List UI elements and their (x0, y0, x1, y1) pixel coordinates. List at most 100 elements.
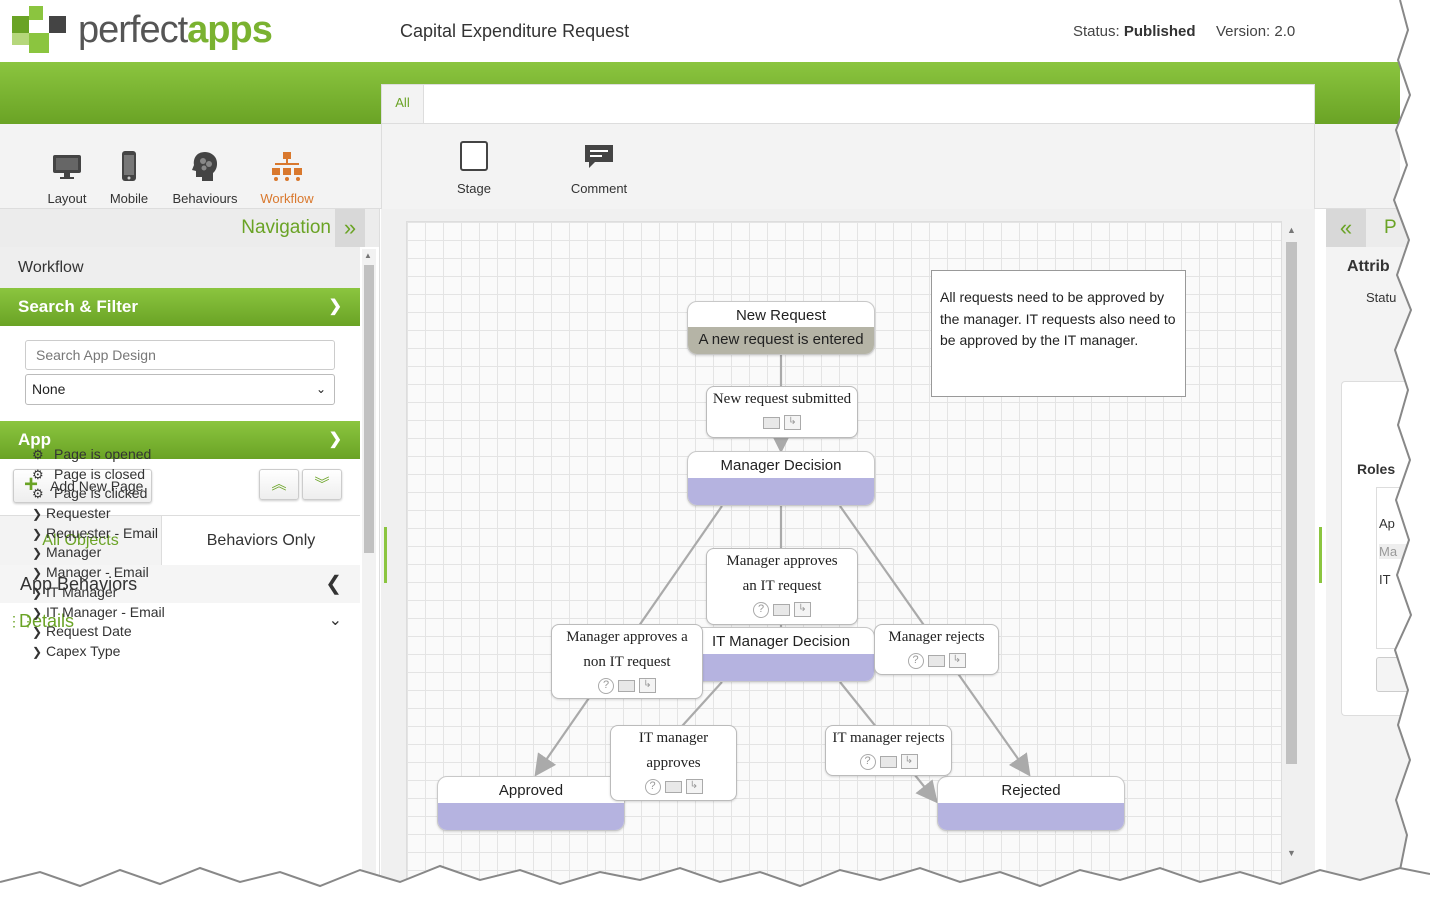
stage-it-manager-decision[interactable]: IT Manager Decision (687, 627, 875, 682)
transition-it-manager-approves[interactable]: IT manager approves ? ↳ (610, 725, 737, 801)
stage-title: IT Manager Decision (711, 633, 851, 650)
tree-field-item[interactable]: ❯ Manager (32, 543, 165, 563)
move-down-button[interactable]: ︾ (302, 469, 342, 500)
tree-field-item[interactable]: ❯ Requester (32, 504, 165, 524)
transition-manager-approves-non-it[interactable]: Manager approves a non IT request ? ↳ (551, 624, 703, 699)
email-icon[interactable] (927, 654, 945, 667)
transition-label-1: Manager approves (726, 553, 838, 569)
email-icon[interactable] (879, 755, 897, 768)
action-icon[interactable]: ↳ (639, 678, 656, 694)
tab-all[interactable]: All (382, 85, 424, 123)
right-splitter[interactable] (1319, 527, 1322, 583)
condition-icon[interactable]: ? (753, 601, 769, 618)
transition-it-manager-rejects[interactable]: IT manager rejects ? ↳ (825, 725, 952, 776)
tree-item-label: IT Manager - Email (46, 603, 165, 620)
expand-panel-button[interactable]: » (335, 209, 365, 247)
canvas-scrollbar[interactable]: ▲ ▼ (1283, 222, 1300, 862)
action-icon[interactable]: ↳ (948, 653, 966, 669)
scroll-thumb[interactable] (364, 265, 374, 553)
filter-select[interactable]: None ⌄ (25, 374, 335, 405)
stage-palette-item[interactable]: Stage (439, 140, 509, 196)
stage-approved[interactable]: Approved (437, 776, 625, 831)
chevron-right-icon: ❯ (32, 585, 43, 600)
condition-icon[interactable]: ? (598, 677, 614, 694)
action-icon[interactable]: ↳ (685, 779, 703, 795)
left-scrollbar[interactable]: ▲ (362, 249, 376, 905)
transition-new-request-submitted[interactable]: New request submitted ↳ (706, 386, 858, 438)
drag-grip-icon[interactable]: ⋮⋮ (7, 603, 35, 639)
perfectapps-logo[interactable]: perfectapps (12, 4, 273, 56)
navigation-title: Navigation (241, 217, 331, 238)
org-chart-icon (272, 152, 302, 181)
move-up-button[interactable]: ︽ (259, 469, 299, 500)
condition-icon[interactable]: ? (644, 778, 661, 795)
tree-item-label: Requester - Email (46, 524, 159, 541)
stage-title: New Request (735, 307, 827, 324)
stage-new-request[interactable]: New Request A new request is entered (687, 301, 875, 355)
scroll-up-arrow-icon[interactable]: ▲ (364, 251, 372, 260)
email-icon[interactable] (773, 603, 790, 616)
filter-value: None (32, 381, 66, 397)
tree-field-item[interactable]: ❯ Request Date (32, 622, 165, 642)
tree-event-item[interactable]: ⚙ Page is opened (32, 445, 165, 465)
email-icon[interactable] (618, 679, 635, 692)
chevron-left-icon: ❮ (325, 573, 342, 595)
action-icon[interactable]: ↳ (794, 602, 811, 618)
layout-tool[interactable]: Layout (32, 150, 102, 206)
palette-panel: All Stage Comment (381, 84, 1315, 210)
tab-behaviors-only[interactable]: Behaviors Only (162, 516, 360, 565)
chevron-right-icon: ❯ (32, 507, 43, 522)
action-icon[interactable]: ↳ (900, 754, 918, 770)
transition-label-1: IT manager (638, 730, 709, 746)
scroll-up-arrow-icon[interactable]: ▲ (1287, 225, 1296, 235)
email-icon[interactable] (664, 780, 682, 793)
collapse-panel-button[interactable]: « (1326, 209, 1366, 247)
tree-item-label: IT Manager (46, 583, 118, 600)
tree-event-item[interactable]: ⚙ Page is closed (32, 465, 165, 485)
stage-label: Stage (457, 181, 491, 196)
workflow-nav-item[interactable]: Workflow (0, 247, 360, 288)
tree-field-item[interactable]: ❯ IT Manager (32, 583, 165, 603)
chevron-down-icon: ❯ (328, 298, 342, 315)
search-input[interactable]: Search App Design (25, 340, 335, 370)
tree-event-item[interactable]: ⚙ Page is clicked (32, 484, 165, 504)
stage-manager-decision[interactable]: Manager Decision (687, 451, 875, 506)
workflow-tool-label: Workflow (260, 191, 314, 206)
transition-label-2: approves (646, 755, 701, 771)
stage-icon (460, 141, 488, 171)
tree-item-label: Manager (46, 544, 102, 561)
tree-field-item[interactable]: ❯ Manager - Email (32, 563, 165, 583)
tree-item-label: Page is opened (54, 446, 152, 462)
left-splitter[interactable] (384, 527, 387, 583)
condition-icon[interactable]: ? (907, 652, 924, 669)
action-icon[interactable]: ↳ (784, 415, 801, 431)
chevron-right-icon: ❯ (32, 526, 43, 541)
tree-field-item[interactable]: ❯ Requester - Email (32, 524, 165, 544)
transition-manager-approves-it[interactable]: Manager approves an IT request ? ↳ (706, 548, 858, 625)
comment-palette-item[interactable]: Comment (564, 140, 634, 196)
chevron-down-icon: ⌄ (328, 612, 342, 629)
mobile-tool-label: Mobile (109, 191, 149, 206)
transition-manager-rejects[interactable]: Manager rejects ? ↳ (874, 624, 999, 675)
comment-icon (585, 145, 613, 168)
stage-body: A new request is entered (688, 327, 874, 354)
top-header: perfectapps Capital Expenditure Request … (0, 0, 1400, 62)
email-icon[interactable] (763, 416, 780, 429)
chevron-right-icon: ❯ (32, 644, 43, 659)
transition-label: Manager rejects (888, 629, 985, 645)
stage-rejected[interactable]: Rejected (937, 776, 1125, 831)
phone-icon (122, 151, 136, 181)
scroll-down-arrow-icon[interactable]: ▼ (1287, 848, 1296, 858)
transition-label: New request submitted (712, 391, 852, 407)
tree-field-item[interactable]: ❯ Capex Type (32, 642, 165, 662)
tree-item-label: Capex Type (46, 642, 121, 659)
condition-icon[interactable]: ? (859, 753, 876, 770)
tree-field-item[interactable]: ❯ IT Manager - Email (32, 603, 165, 623)
workflow-comment[interactable]: All requests need to be approved by the … (931, 270, 1186, 397)
mobile-tool[interactable]: Mobile (94, 150, 164, 206)
logo-text: perfectapps (78, 9, 273, 51)
workflow-tool[interactable]: Workflow (252, 150, 322, 206)
scroll-thumb[interactable] (1286, 242, 1297, 764)
behaviours-tool[interactable]: Behaviours (170, 150, 240, 206)
search-filter-header[interactable]: Search & Filter ❯ (0, 288, 360, 326)
